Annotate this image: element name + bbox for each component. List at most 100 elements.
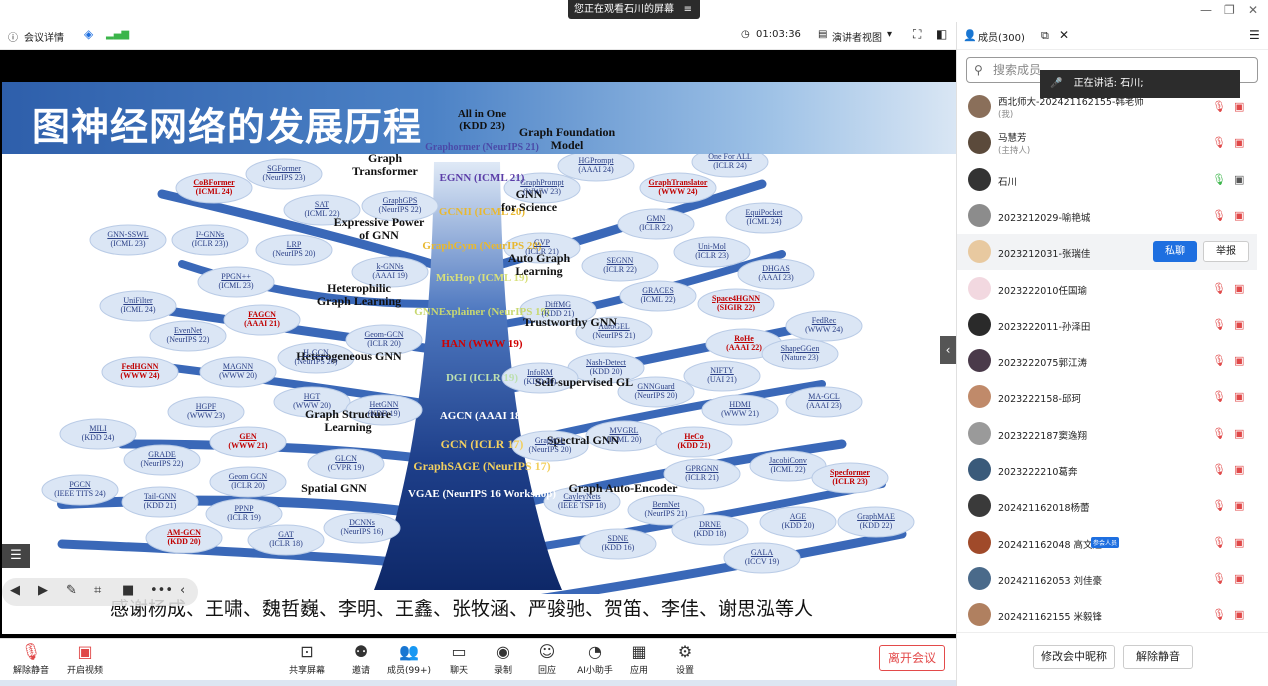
member-row[interactable]: 202421162018杨蕾 🎙 ▣ <box>957 488 1257 524</box>
member-row[interactable]: 202421162155 米毅锋 🎙 ▣ <box>957 597 1257 633</box>
member-row[interactable]: 2023222187窦逸翔 🎙 ▣ <box>957 416 1257 452</box>
mic-status-icon[interactable]: 🎙 <box>1212 427 1226 440</box>
menu-icon[interactable]: ☰ <box>1249 28 1260 42</box>
member-row[interactable]: 2023212031-张瑞佳 私聊 举报 <box>957 234 1257 271</box>
unmute-all-button[interactable]: 解除静音 <box>1123 645 1193 669</box>
screenshot-icon[interactable]: ⌗ <box>94 583 101 598</box>
toolbar-settings-button[interactable]: ⚙ 设置 <box>660 641 710 676</box>
mic-status-icon[interactable]: 🎙 <box>1212 536 1226 549</box>
mic-status-icon[interactable]: 🎙 <box>1212 354 1226 367</box>
rename-button[interactable]: 修改会中昵称 <box>1033 645 1115 669</box>
camera-status-icon[interactable]: ▣ <box>1234 427 1244 440</box>
member-row[interactable]: 2023222158-邱珂 🎙 ▣ <box>957 379 1257 415</box>
member-row[interactable]: 马慧芳 (主持人) 🎙 ▣ <box>957 125 1257 161</box>
camera-status-icon[interactable]: ▣ <box>1234 318 1244 331</box>
avatar <box>968 494 991 518</box>
camera-status-icon[interactable]: ▣ <box>1234 282 1244 295</box>
member-row[interactable]: 202421162048 高文超 参会人员 🎙 ▣ <box>957 525 1257 561</box>
leaf-method-venue: (ICLR 22) <box>603 265 637 274</box>
mic-status-icon[interactable]: 🎙 <box>1212 282 1226 295</box>
screen-share-banner[interactable]: 您正在观看石川的屏幕 ≡ <box>568 0 700 19</box>
camera-status-icon[interactable]: ▣ <box>1234 173 1244 186</box>
mic-status-icon[interactable]: 🎙 <box>1212 100 1226 113</box>
collapse-icon[interactable]: ‹ <box>180 583 185 598</box>
chevron-down-icon[interactable]: ▾ <box>887 29 892 40</box>
camera-status-icon[interactable]: ▣ <box>1234 354 1244 367</box>
clock-icon: ◷ <box>741 29 750 40</box>
member-name: 2023222210葛奔 <box>998 467 1078 478</box>
camera-status-icon[interactable]: ▣ <box>1234 209 1244 222</box>
close-panel-icon[interactable]: ✕ <box>1059 28 1069 42</box>
camera-status-icon[interactable]: ▣ <box>1234 572 1244 585</box>
collapse-panel-button[interactable]: ‹ <box>940 336 956 364</box>
camera-icon[interactable]: ■ <box>122 583 134 598</box>
member-row[interactable]: 2023222210葛奔 🎙 ▣ <box>957 452 1257 488</box>
toolbar-camera-off-button[interactable]: ▣ 开启视频 <box>60 641 110 676</box>
camera-status-icon[interactable]: ▣ <box>1234 463 1244 476</box>
member-name: 2023222158-邱珂 <box>998 394 1081 406</box>
member-row[interactable]: 2023222010任国瑜 🎙 ▣ <box>957 271 1257 307</box>
member-row[interactable]: 石川 🎙 ▣ <box>957 162 1257 198</box>
toolbar-share-screen-button[interactable]: ⊡ 共享屏幕 <box>282 641 332 676</box>
member-row[interactable]: 202421162053 刘佳豪 🎙 ▣ <box>957 561 1257 597</box>
mic-status-icon[interactable]: 🎙 <box>1212 173 1226 186</box>
trunk-method-name: AGCN <box>439 410 473 422</box>
members-tab[interactable]: 成员(300) <box>978 29 1025 44</box>
next-page-icon[interactable]: ▶ <box>38 583 48 598</box>
report-button[interactable]: 举报 <box>1203 241 1249 263</box>
toolbar-members-button[interactable]: 👥 成员(99+) <box>384 641 434 676</box>
leaf-method-name: JacobiConv <box>769 456 807 465</box>
prev-page-icon[interactable]: ◀ <box>10 583 20 598</box>
camera-status-icon[interactable]: ▣ <box>1234 100 1244 113</box>
mic-status-icon[interactable]: 🎙 <box>1212 209 1226 222</box>
mic-status-icon[interactable]: 🎙 <box>1212 572 1226 585</box>
camera-status-icon[interactable]: ▣ <box>1234 536 1244 549</box>
mic-status-icon[interactable]: 🎙 <box>1212 608 1226 621</box>
private-chat-button[interactable]: 私聊 <box>1153 241 1197 263</box>
minimize-icon[interactable]: — <box>1200 3 1212 17</box>
member-row[interactable]: 2023222011-孙泽田 🎙 ▣ <box>957 307 1257 343</box>
toolbar-apps-button[interactable]: ▦ 应用 <box>614 641 664 676</box>
mic-status-icon[interactable]: 🎙 <box>1212 463 1226 476</box>
mic-status-icon[interactable]: 🎙 <box>1212 136 1226 149</box>
member-row[interactable]: 2023222075郭江涛 🎙 ▣ <box>957 343 1257 379</box>
leaf-method-venue: (ICML 22) <box>640 295 676 304</box>
pen-icon[interactable]: ✎ <box>66 583 77 598</box>
more-icon[interactable]: ••• <box>150 583 173 598</box>
toolbar-invite-button[interactable]: ⚉ 邀请 <box>336 641 386 676</box>
menu-icon[interactable]: ≡ <box>684 0 692 19</box>
leaf-label: One For ALL (ICLR 24) <box>690 152 770 170</box>
member-row[interactable]: 2023212029-喻艳城 🎙 ▣ <box>957 198 1257 234</box>
leave-meeting-button[interactable]: 离开会议 <box>879 645 945 671</box>
leaf-method-venue: (KDD 21) <box>541 309 575 318</box>
leaf-method-venue: (NeurIPS 20) <box>634 391 678 400</box>
slide-list-button[interactable]: ☰ <box>2 544 30 568</box>
leaf-label: GraphPrompt (WWW 23) <box>502 178 582 196</box>
meeting-info-button[interactable]: 会议详情 <box>24 29 64 44</box>
toolbar-ai-assistant-button[interactable]: ◔ AI小助手 <box>570 641 620 676</box>
info-icon[interactable]: ⓘ <box>8 29 18 44</box>
camera-status-icon[interactable]: ▣ <box>1234 499 1244 512</box>
popout-icon[interactable]: ⧉ <box>1041 29 1049 43</box>
leaf-method-venue: (KDD 21) <box>677 441 711 450</box>
avatar <box>968 276 991 300</box>
mic-status-icon[interactable]: 🎙 <box>1212 318 1226 331</box>
mic-status-icon[interactable]: 🎙 <box>1212 499 1226 512</box>
mic-status-icon[interactable]: 🎙 <box>1212 390 1226 403</box>
toolbar-chat-button[interactable]: ▭ 聊天 <box>434 641 484 676</box>
view-mode-dropdown[interactable]: 演讲者视图 <box>832 29 882 44</box>
branch-label: Graph Foundation Model <box>518 125 616 152</box>
camera-status-icon[interactable]: ▣ <box>1234 608 1244 621</box>
camera-status-icon[interactable]: ▣ <box>1234 136 1244 149</box>
layout-icon[interactable]: ◧ <box>936 27 947 41</box>
leaf-label: SDNE (KDD 16) <box>578 534 658 552</box>
fullscreen-icon[interactable]: ⛶ <box>913 27 921 42</box>
camera-status-icon[interactable]: ▣ <box>1234 390 1244 403</box>
leaf-method-name: GraphCL <box>534 436 566 445</box>
toolbar-reaction-button[interactable]: ☺ 回应 <box>522 641 572 676</box>
maximize-icon[interactable]: ❐ <box>1224 3 1235 17</box>
leaf-method-name: RoHe <box>734 334 754 343</box>
close-icon[interactable]: ✕ <box>1248 3 1258 17</box>
toolbar-record-button[interactable]: ◉ 录制 <box>478 641 528 676</box>
toolbar-mic-muted-button[interactable]: 🎙 解除静音 <box>6 641 56 676</box>
